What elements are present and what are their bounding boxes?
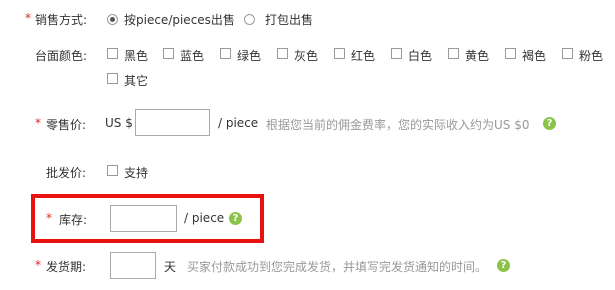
- color-option-label: 粉色: [579, 49, 604, 63]
- color-option-label: 灰色: [294, 49, 319, 63]
- shipping-hint: 买家付款成功到您完成发货，并填写完发货通知的时间。: [187, 260, 488, 274]
- stock-unit: / piece: [184, 211, 225, 225]
- color-checkbox[interactable]: [334, 48, 345, 59]
- required-mark: *: [35, 258, 41, 272]
- color-checkbox[interactable]: [562, 48, 573, 59]
- retail-price-unit: / piece: [218, 116, 259, 130]
- currency-label: US $: [105, 116, 133, 130]
- color-option-label: 其它: [124, 74, 149, 88]
- retail-price-input[interactable]: [135, 109, 210, 136]
- required-mark: *: [35, 116, 41, 130]
- help-icon[interactable]: ?: [229, 212, 242, 225]
- color-option-label: 黄色: [465, 49, 490, 63]
- help-icon[interactable]: ?: [543, 117, 556, 130]
- shipping-label: 发货期:: [46, 260, 87, 274]
- radio-by-piece[interactable]: [107, 14, 118, 25]
- stock-input[interactable]: [110, 205, 177, 232]
- color-option-label: 绿色: [237, 49, 262, 63]
- color-checkbox[interactable]: [220, 48, 231, 59]
- color-option-label: 褐色: [522, 49, 547, 63]
- radio-by-piece-label: 按piece/pieces出售: [124, 13, 235, 27]
- color-option-label: 黑色: [124, 49, 149, 63]
- wholesale-support-checkbox[interactable]: [107, 165, 118, 176]
- radio-package[interactable]: [244, 14, 255, 25]
- color-checkbox[interactable]: [107, 48, 118, 59]
- color-checkbox[interactable]: [107, 73, 118, 84]
- color-checkbox[interactable]: [448, 48, 459, 59]
- shipping-unit: 天: [164, 260, 177, 274]
- required-mark: *: [46, 211, 52, 225]
- color-checkbox[interactable]: [391, 48, 402, 59]
- color-checkbox[interactable]: [163, 48, 174, 59]
- retail-price-hint: 根据您当前的佣金费率，您的实际收入约为US $0: [266, 118, 530, 132]
- shipping-days-input[interactable]: [110, 252, 156, 279]
- help-icon[interactable]: ?: [497, 259, 510, 272]
- countertop-color-label: 台面颜色:: [35, 49, 88, 63]
- radio-package-label: 打包出售: [265, 13, 314, 27]
- color-option-label: 白色: [408, 49, 433, 63]
- color-checkbox[interactable]: [277, 48, 288, 59]
- color-option-label: 红色: [351, 49, 376, 63]
- retail-price-label: 零售价:: [46, 118, 87, 132]
- stock-label: 库存:: [59, 213, 88, 227]
- wholesale-price-label: 批发价:: [46, 166, 87, 180]
- required-mark: *: [25, 11, 31, 25]
- wholesale-support-label: 支持: [124, 166, 149, 180]
- color-checkbox[interactable]: [505, 48, 516, 59]
- sales-method-label: 销售方式:: [35, 13, 88, 27]
- color-option-label: 蓝色: [180, 49, 205, 63]
